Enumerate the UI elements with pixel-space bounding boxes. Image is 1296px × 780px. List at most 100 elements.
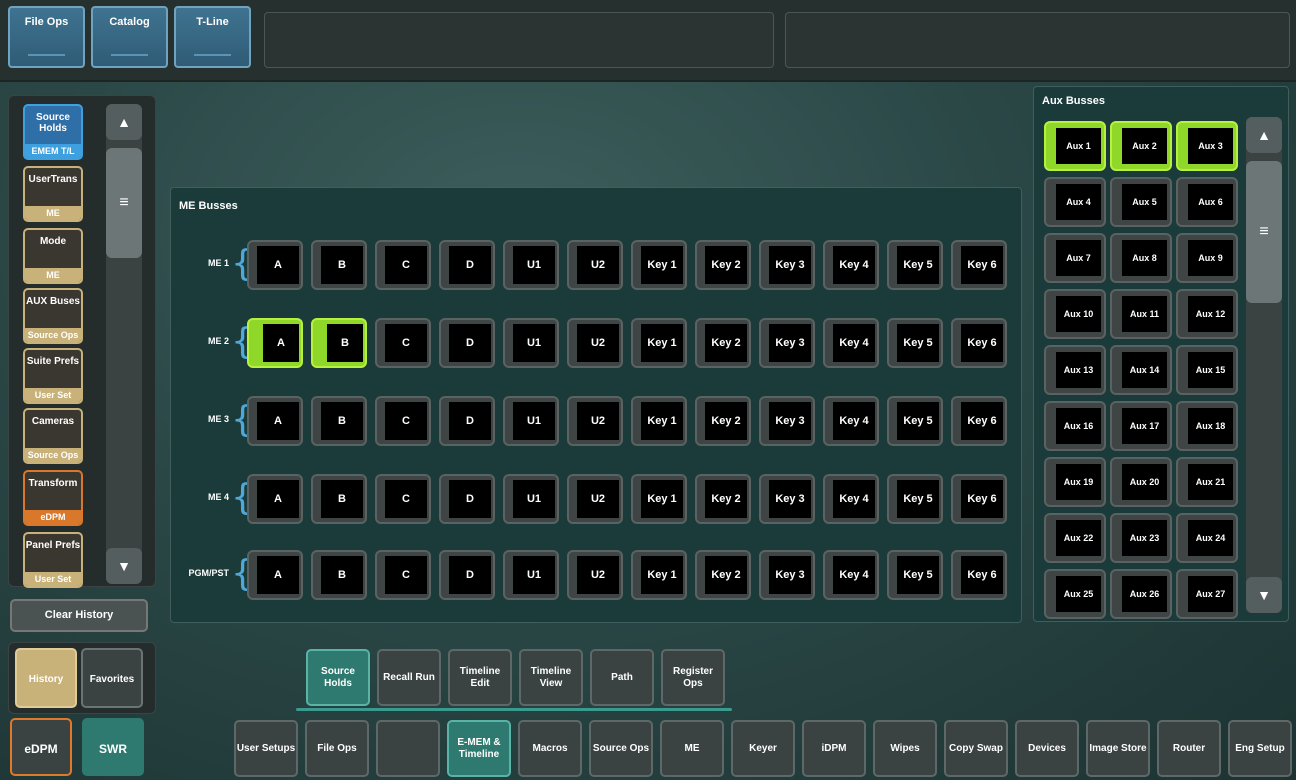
nav-button[interactable]: iDPM xyxy=(802,720,866,777)
sub-tab[interactable]: Source Holds xyxy=(306,649,370,706)
nav-button[interactable] xyxy=(376,720,440,777)
history-item[interactable]: UserTrans ME xyxy=(23,166,83,222)
scroll-down-icon[interactable]: ▼ xyxy=(1246,577,1282,613)
me-bus-button[interactable]: Key 6 xyxy=(951,240,1007,290)
me-bus-button[interactable]: Key 5 xyxy=(887,318,943,368)
nav-button[interactable]: Router xyxy=(1157,720,1221,777)
me-bus-button[interactable]: U1 xyxy=(503,318,559,368)
nav-button[interactable]: Source Ops xyxy=(589,720,653,777)
me-bus-button[interactable]: U1 xyxy=(503,240,559,290)
me-bus-button[interactable]: Key 4 xyxy=(823,550,879,600)
nav-button[interactable]: Eng Setup xyxy=(1228,720,1292,777)
me-bus-button[interactable]: U2 xyxy=(567,396,623,446)
sub-tab[interactable]: Recall Run xyxy=(377,649,441,706)
aux-bus-button[interactable]: Aux 5 xyxy=(1110,177,1172,227)
me-bus-button[interactable]: Key 5 xyxy=(887,240,943,290)
me-bus-button[interactable]: Key 4 xyxy=(823,318,879,368)
history-scrollbar[interactable]: ▲ ≡ ▼ xyxy=(106,104,142,584)
nav-button[interactable]: File Ops xyxy=(305,720,369,777)
me-bus-button[interactable]: Key 4 xyxy=(823,474,879,524)
clear-history-button[interactable]: Clear History xyxy=(10,599,148,632)
aux-bus-button[interactable]: Aux 17 xyxy=(1110,401,1172,451)
history-item[interactable]: Mode ME xyxy=(23,228,83,284)
sub-tab[interactable]: Timeline View xyxy=(519,649,583,706)
me-bus-button[interactable]: Key 1 xyxy=(631,474,687,524)
me-bus-button[interactable]: Key 6 xyxy=(951,318,1007,368)
me-bus-button[interactable]: A xyxy=(247,474,303,524)
me-bus-button[interactable]: U1 xyxy=(503,550,559,600)
aux-bus-button[interactable]: Aux 19 xyxy=(1044,457,1106,507)
me-bus-button[interactable]: U1 xyxy=(503,396,559,446)
me-bus-button[interactable]: A xyxy=(247,550,303,600)
me-bus-button[interactable]: B xyxy=(311,474,367,524)
nav-button[interactable]: Macros xyxy=(518,720,582,777)
top-tab-catalog[interactable]: Catalog xyxy=(91,6,168,68)
history-item[interactable]: Transform eDPM xyxy=(23,470,83,526)
nav-button[interactable]: Wipes xyxy=(873,720,937,777)
scroll-thumb-icon[interactable]: ≡ xyxy=(106,148,142,258)
me-bus-button[interactable]: D xyxy=(439,240,495,290)
me-bus-button[interactable]: U2 xyxy=(567,318,623,368)
scroll-thumb-icon[interactable]: ≡ xyxy=(1246,161,1282,303)
aux-bus-button[interactable]: Aux 20 xyxy=(1110,457,1172,507)
aux-bus-button[interactable]: Aux 11 xyxy=(1110,289,1172,339)
me-bus-button[interactable]: C xyxy=(375,474,431,524)
nav-button[interactable]: ME xyxy=(660,720,724,777)
scroll-down-icon[interactable]: ▼ xyxy=(106,548,142,584)
me-bus-button[interactable]: U1 xyxy=(503,474,559,524)
aux-bus-button[interactable]: Aux 9 xyxy=(1176,233,1238,283)
aux-bus-button[interactable]: Aux 10 xyxy=(1044,289,1106,339)
aux-bus-button[interactable]: Aux 6 xyxy=(1176,177,1238,227)
me-bus-button[interactable]: C xyxy=(375,396,431,446)
aux-bus-button[interactable]: Aux 15 xyxy=(1176,345,1238,395)
history-item[interactable]: Source Holds EMEM T/L xyxy=(23,104,83,160)
me-bus-button[interactable]: B xyxy=(311,396,367,446)
me-bus-button[interactable]: Key 1 xyxy=(631,396,687,446)
nav-button[interactable]: Keyer xyxy=(731,720,795,777)
me-bus-button[interactable]: Key 2 xyxy=(695,240,751,290)
me-bus-button[interactable]: Key 1 xyxy=(631,240,687,290)
top-tab-t-line[interactable]: T-Line xyxy=(174,6,251,68)
me-bus-button[interactable]: Key 1 xyxy=(631,318,687,368)
me-bus-button[interactable]: D xyxy=(439,318,495,368)
me-bus-button[interactable]: B xyxy=(311,318,367,368)
nav-button[interactable]: User Setups xyxy=(234,720,298,777)
aux-bus-button[interactable]: Aux 7 xyxy=(1044,233,1106,283)
me-bus-button[interactable]: Key 4 xyxy=(823,396,879,446)
nav-button[interactable]: Image Store xyxy=(1086,720,1150,777)
me-bus-button[interactable]: U2 xyxy=(567,474,623,524)
me-bus-button[interactable]: Key 5 xyxy=(887,550,943,600)
me-bus-button[interactable]: B xyxy=(311,550,367,600)
scroll-up-icon[interactable]: ▲ xyxy=(1246,117,1282,153)
aux-bus-button[interactable]: Aux 24 xyxy=(1176,513,1238,563)
me-bus-button[interactable]: Key 2 xyxy=(695,474,751,524)
me-bus-button[interactable]: Key 6 xyxy=(951,550,1007,600)
history-item[interactable]: Suite Prefs User Set xyxy=(23,348,83,404)
me-bus-button[interactable]: Key 2 xyxy=(695,550,751,600)
me-bus-button[interactable]: B xyxy=(311,240,367,290)
me-bus-button[interactable]: D xyxy=(439,550,495,600)
me-bus-button[interactable]: Key 3 xyxy=(759,240,815,290)
aux-bus-button[interactable]: Aux 22 xyxy=(1044,513,1106,563)
top-tab-file-ops[interactable]: File Ops xyxy=(8,6,85,68)
aux-bus-button[interactable]: Aux 21 xyxy=(1176,457,1238,507)
me-bus-button[interactable]: D xyxy=(439,474,495,524)
aux-bus-button[interactable]: Aux 13 xyxy=(1044,345,1106,395)
me-bus-button[interactable]: Key 5 xyxy=(887,396,943,446)
aux-bus-button[interactable]: Aux 14 xyxy=(1110,345,1172,395)
me-bus-button[interactable]: Key 3 xyxy=(759,318,815,368)
me-bus-button[interactable]: Key 1 xyxy=(631,550,687,600)
aux-bus-button[interactable]: Aux 1 xyxy=(1044,121,1106,171)
aux-bus-button[interactable]: Aux 3 xyxy=(1176,121,1238,171)
aux-bus-button[interactable]: Aux 8 xyxy=(1110,233,1172,283)
aux-bus-button[interactable]: Aux 25 xyxy=(1044,569,1106,619)
tab-history[interactable]: History xyxy=(15,648,77,708)
history-item[interactable]: Cameras Source Ops xyxy=(23,408,83,464)
scroll-up-icon[interactable]: ▲ xyxy=(106,104,142,140)
me-bus-button[interactable]: Key 4 xyxy=(823,240,879,290)
me-bus-button[interactable]: Key 6 xyxy=(951,474,1007,524)
me-bus-button[interactable]: Key 5 xyxy=(887,474,943,524)
sub-tab[interactable]: Path xyxy=(590,649,654,706)
tab-favorites[interactable]: Favorites xyxy=(81,648,143,708)
edpm-mode-button[interactable]: eDPM xyxy=(10,718,72,776)
